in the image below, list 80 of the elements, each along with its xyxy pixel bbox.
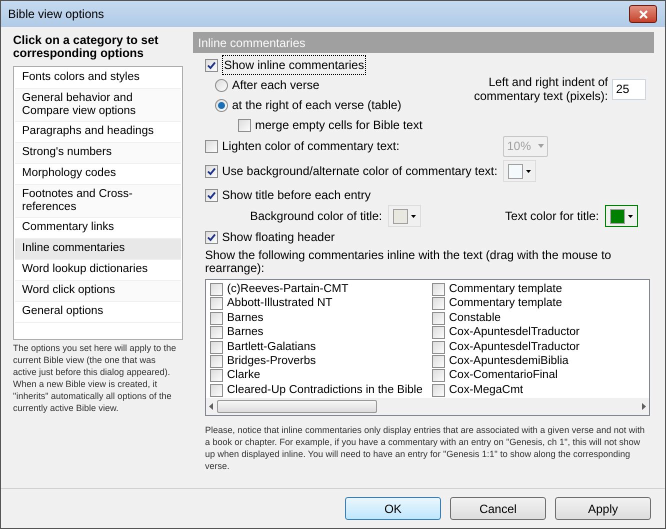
checkbox[interactable]	[432, 312, 445, 325]
checkbox[interactable]	[205, 58, 218, 72]
dialog-button[interactable]: Cancel	[450, 497, 546, 520]
checkbox-label: Show inline commentaries	[222, 55, 366, 75]
checkbox[interactable]	[210, 384, 223, 397]
category-item[interactable]: Strong's numbers	[15, 143, 181, 164]
checkmark-icon	[207, 232, 216, 242]
list-caption: Show the following commentaries inline with the text (drag with the mouse to rearrange):	[205, 249, 612, 275]
radio-label: at the right of each verse (table)	[232, 97, 402, 114]
caret-icon	[411, 214, 416, 218]
radio-button[interactable]	[215, 98, 228, 112]
checkmark-icon	[207, 190, 216, 200]
caret-icon	[538, 144, 544, 148]
caret-icon	[526, 170, 531, 172]
checkbox-label: Lighten color of commentary text:	[222, 138, 400, 155]
checkbox[interactable]	[210, 283, 223, 296]
sidebar-note: The options you set here will apply to the current Bible view (the one that was active just before this dialog appeared). When a new Bible view is created, it "inherits" automatically all options of the currently active Bible view.	[13, 342, 178, 414]
checkbox[interactable]	[238, 118, 251, 132]
commentary-item[interactable]: Cox-ApuntesdelTraductor	[449, 340, 580, 354]
checkbox[interactable]	[205, 230, 218, 244]
sidebar-heading: Click on a category to set corresponding options	[13, 34, 160, 60]
checkbox[interactable]	[432, 326, 445, 340]
commentary-item[interactable]: Barnes	[227, 326, 264, 340]
window-title: Bible view options	[8, 6, 104, 23]
color-picker-button[interactable]	[605, 205, 638, 227]
checkbox[interactable]	[210, 326, 223, 340]
commentary-item[interactable]: Barnes	[227, 312, 264, 325]
dialog-button[interactable]: Apply	[555, 497, 651, 520]
scroll-right-icon	[642, 403, 646, 410]
notice-text: Please, notice that inline commentaries only display entries that are associated with a given verse and not with a book or chapter. For example, if you have a commentary with an entry on "Genesis, ch 1", this will not show up when displayed inline. You will need to have an entry for "Genesis 1:1" to show along the corresponding verse.	[205, 424, 646, 472]
scrollbar-thumb[interactable]	[217, 400, 377, 413]
checkbox[interactable]	[432, 384, 445, 397]
checkbox[interactable]	[210, 340, 223, 354]
checkbox[interactable]	[210, 312, 223, 325]
checkbox-label: merge empty cells for Bible text	[255, 117, 422, 134]
commentary-item[interactable]: Cleared-Up Contradictions in the Bible	[227, 384, 423, 397]
commentary-item[interactable]: Cox-ApuntesdemiBiblia	[449, 354, 569, 368]
checkbox[interactable]	[205, 188, 218, 202]
commentary-item[interactable]: Commentary template	[449, 283, 562, 296]
category-item[interactable]: Inline commentaries	[15, 239, 181, 260]
category-item[interactable]: Word click options	[15, 281, 181, 302]
checkbox-label: Show floating header	[222, 229, 335, 246]
indent-field[interactable]: 25	[612, 78, 646, 100]
checkbox[interactable]	[210, 369, 223, 382]
title-background-label: Background color of title:	[250, 208, 382, 225]
commentary-item[interactable]: Cox-ApuntesdelTraductor	[449, 326, 580, 340]
checkbox[interactable]	[432, 283, 445, 296]
checkbox-label: Use background/alternate color of commentary text:	[222, 163, 498, 180]
commentary-item[interactable]: (c)Reeves-Partain-CMT	[227, 283, 348, 296]
commentary-item[interactable]: Constable	[449, 312, 501, 325]
checkbox[interactable]	[205, 164, 218, 178]
radio-label: After each verse	[232, 77, 320, 94]
commentary-item[interactable]: Cox-ComentarioFinal	[449, 369, 558, 382]
close-button[interactable]	[629, 5, 657, 23]
commentary-item[interactable]: Abbott-Illustrated NT	[227, 297, 332, 310]
commentary-item[interactable]: Commentary template	[449, 297, 562, 310]
dialog-button[interactable]: OK	[345, 497, 441, 520]
commentary-item[interactable]: Bridges-Proverbs	[227, 354, 316, 368]
checkbox[interactable]	[432, 340, 445, 354]
checkbox[interactable]	[210, 354, 223, 368]
radio-button[interactable]	[215, 78, 228, 92]
checkbox-label: Show title before each entry	[222, 187, 371, 204]
checkbox[interactable]	[432, 354, 445, 368]
checkbox[interactable]	[432, 369, 445, 382]
close-icon	[638, 10, 648, 18]
category-item[interactable]: Footnotes and Cross-references	[15, 185, 181, 218]
caret-icon	[628, 214, 633, 218]
checkmark-icon	[207, 60, 216, 70]
category-item[interactable]: General behavior and Compare view options	[15, 89, 181, 122]
commentary-item[interactable]: Cox-MegaCmt	[449, 384, 524, 397]
title-text-color-label: Text color for title:	[504, 208, 599, 225]
commentary-item[interactable]: Bartlett-Galatians	[227, 340, 316, 354]
scroll-left-icon	[209, 403, 213, 410]
checkbox[interactable]	[432, 297, 445, 310]
commentary-item[interactable]: Clarke	[227, 369, 260, 382]
section-header: Inline commentaries	[193, 32, 654, 53]
indent-label: Left and right indent of commentary text (pixels):	[472, 75, 608, 103]
horizontal-scrollbar[interactable]	[206, 398, 649, 415]
checkbox[interactable]	[210, 297, 223, 310]
checkmark-icon	[207, 166, 216, 176]
